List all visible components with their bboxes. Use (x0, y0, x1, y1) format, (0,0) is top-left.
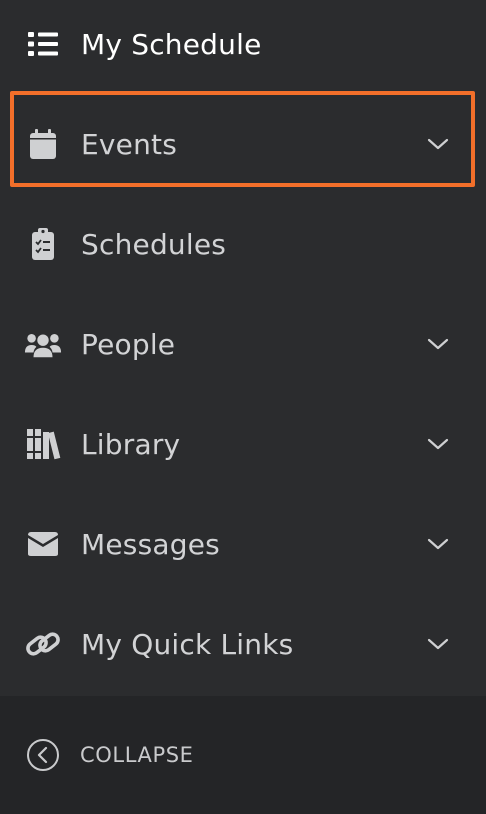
sidebar-item-schedules[interactable]: Schedules (0, 194, 486, 294)
chevron-down-icon[interactable] (424, 330, 452, 358)
collapse-label: COLLAPSE (80, 743, 194, 767)
sidebar-item-label: Library (81, 427, 181, 461)
users-icon (24, 325, 62, 363)
sidebar-item-label: Messages (81, 527, 220, 561)
envelope-icon (24, 525, 62, 563)
calendar-icon (24, 125, 62, 163)
chevron-down-icon[interactable] (424, 630, 452, 658)
collapse-button[interactable]: COLLAPSE (0, 696, 486, 814)
sidebar-item-label: Schedules (81, 227, 227, 261)
link-icon (24, 625, 62, 663)
sidebar-item-events[interactable]: Events (0, 94, 486, 194)
sidebar-item-label: People (81, 327, 176, 361)
sidebar: My Schedule Events Schedules People Libr… (0, 0, 486, 814)
clipboard-icon (24, 225, 62, 263)
chevron-down-icon[interactable] (424, 530, 452, 558)
books-icon (24, 425, 62, 463)
sidebar-item-people[interactable]: People (0, 294, 486, 394)
sidebar-item-label: My Schedule (81, 27, 262, 61)
sidebar-item-library[interactable]: Library (0, 394, 486, 494)
sidebar-item-messages[interactable]: Messages (0, 494, 486, 594)
sidebar-item-my-schedule[interactable]: My Schedule (0, 0, 486, 94)
chevron-down-icon[interactable] (424, 430, 452, 458)
list-icon (24, 25, 62, 63)
sidebar-item-label: My Quick Links (81, 627, 294, 661)
chevron-left-circle-icon (26, 738, 60, 772)
chevron-down-icon[interactable] (424, 130, 452, 158)
sidebar-item-label: Events (81, 127, 178, 161)
sidebar-item-my-quick-links[interactable]: My Quick Links (0, 594, 486, 694)
